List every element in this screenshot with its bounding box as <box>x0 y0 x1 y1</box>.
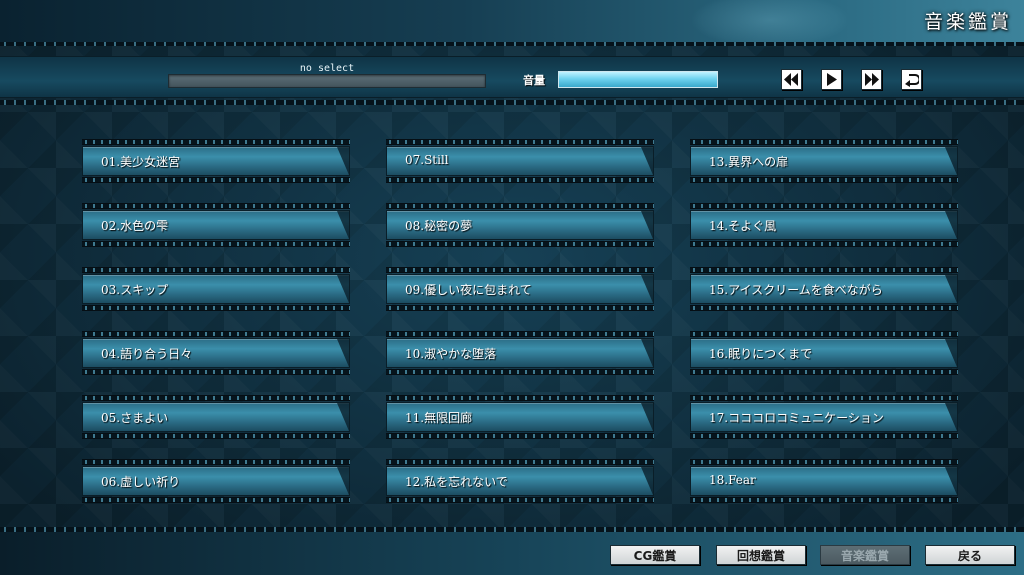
track-button-stripe <box>82 395 350 401</box>
title-bar: 音楽鑑賞 <box>0 0 1024 48</box>
rewind-icon <box>784 73 798 86</box>
track-button[interactable]: 08.秘密の夢 <box>386 203 654 247</box>
track-button-stripe <box>690 433 958 439</box>
track-button-stripe <box>82 497 350 503</box>
track-button-stripe <box>690 369 958 375</box>
track-button[interactable]: 06.虚しい祈り <box>82 459 350 503</box>
track-label: 05.さまよい <box>101 411 169 425</box>
track-button-stripe <box>82 331 350 337</box>
now-playing-label: no select <box>299 63 355 74</box>
track-button-stripe <box>690 177 958 183</box>
fast-forward-button[interactable] <box>861 69 882 90</box>
track-button-stripe <box>386 305 654 311</box>
track-button-stripe <box>386 241 654 247</box>
fast-forward-icon <box>865 73 879 86</box>
track-button-stripe <box>690 305 958 311</box>
track-label: 10.淑やかな堕落 <box>405 347 497 361</box>
track-button[interactable]: 01.美少女迷宮 <box>82 139 350 183</box>
track-button-stripe <box>82 177 350 183</box>
track-button-stripe <box>82 203 350 209</box>
rewind-button[interactable] <box>781 69 802 90</box>
track-button-stripe <box>690 331 958 337</box>
track-button[interactable]: 07.Still <box>386 139 654 183</box>
play-icon <box>827 73 837 86</box>
repeat-button[interactable] <box>901 69 922 90</box>
butterfly-ornament <box>690 0 850 48</box>
track-label: 07.Still <box>405 153 449 167</box>
track-button[interactable]: 17.コココロコミュニケーション <box>690 395 958 439</box>
volume-slider-fill <box>559 72 717 87</box>
track-label: 18.Fear <box>709 473 756 487</box>
screen-title: 音楽鑑賞 <box>923 11 1012 33</box>
track-label: 14.そよぐ風 <box>709 219 777 233</box>
track-button[interactable]: 18.Fear <box>690 459 958 503</box>
track-label: 02.水色の雫 <box>101 219 169 233</box>
track-button[interactable]: 05.さまよい <box>82 395 350 439</box>
track-button-stripe <box>386 203 654 209</box>
track-button-stripe <box>82 433 350 439</box>
track-button[interactable]: 11.無限回廊 <box>386 395 654 439</box>
upper-divider-rail <box>0 100 1024 105</box>
track-button-stripe <box>386 369 654 375</box>
track-button[interactable]: 14.そよぐ風 <box>690 203 958 247</box>
track-button-stripe <box>82 369 350 375</box>
track-button[interactable]: 13.異界への扉 <box>690 139 958 183</box>
track-label: 03.スキップ <box>101 283 169 297</box>
track-button[interactable]: 16.眠りにつくまで <box>690 331 958 375</box>
track-button[interactable]: 10.淑やかな堕落 <box>386 331 654 375</box>
track-label: 13.異界への扉 <box>709 155 789 169</box>
cg-gallery-button[interactable]: CG鑑賞 <box>610 545 700 565</box>
track-button-stripe <box>386 433 654 439</box>
track-label: 01.美少女迷宮 <box>101 155 181 169</box>
track-label: 16.眠りにつくまで <box>709 347 813 361</box>
now-playing-bar <box>168 74 486 88</box>
track-button-stripe <box>690 497 958 503</box>
volume-label: 音量 <box>523 74 545 87</box>
track-button[interactable]: 12.私を忘れないで <box>386 459 654 503</box>
track-button[interactable]: 03.スキップ <box>82 267 350 311</box>
track-button-stripe <box>82 459 350 465</box>
track-button-stripe <box>82 305 350 311</box>
track-label: 11.無限回廊 <box>405 411 473 425</box>
track-label: 15.アイスクリームを食べながら <box>709 283 883 297</box>
track-button[interactable]: 09.優しい夜に包まれて <box>386 267 654 311</box>
track-label: 04.語り合う日々 <box>101 347 193 361</box>
track-label: 09.優しい夜に包まれて <box>405 283 532 297</box>
track-button-stripe <box>386 139 654 145</box>
track-button-stripe <box>82 139 350 145</box>
track-label: 17.コココロコミュニケーション <box>709 411 884 425</box>
track-button-stripe <box>690 139 958 145</box>
track-label: 12.私を忘れないで <box>405 475 508 489</box>
track-button-stripe <box>386 395 654 401</box>
play-button[interactable] <box>821 69 842 90</box>
volume-slider[interactable] <box>558 71 718 88</box>
repeat-icon <box>904 73 919 87</box>
track-button-stripe <box>690 267 958 273</box>
track-button-stripe <box>82 241 350 247</box>
track-button-stripe <box>690 203 958 209</box>
track-button-stripe <box>690 395 958 401</box>
music-gallery-button: 音楽鑑賞 <box>820 545 910 565</box>
track-button-stripe <box>82 267 350 273</box>
track-button[interactable]: 15.アイスクリームを食べながら <box>690 267 958 311</box>
track-button-stripe <box>386 331 654 337</box>
track-button-stripe <box>386 267 654 273</box>
track-button-stripe <box>386 177 654 183</box>
back-button[interactable]: 戻る <box>925 545 1015 565</box>
track-button[interactable]: 04.語り合う日々 <box>82 331 350 375</box>
track-button[interactable]: 02.水色の雫 <box>82 203 350 247</box>
track-button-stripe <box>386 497 654 503</box>
track-button-stripe <box>690 241 958 247</box>
track-label: 08.秘密の夢 <box>405 219 473 233</box>
scene-recall-button[interactable]: 回想鑑賞 <box>716 545 806 565</box>
track-button-stripe <box>690 459 958 465</box>
track-label: 06.虚しい祈り <box>101 475 181 489</box>
top-divider-rail <box>0 42 1024 46</box>
track-button-stripe <box>386 459 654 465</box>
